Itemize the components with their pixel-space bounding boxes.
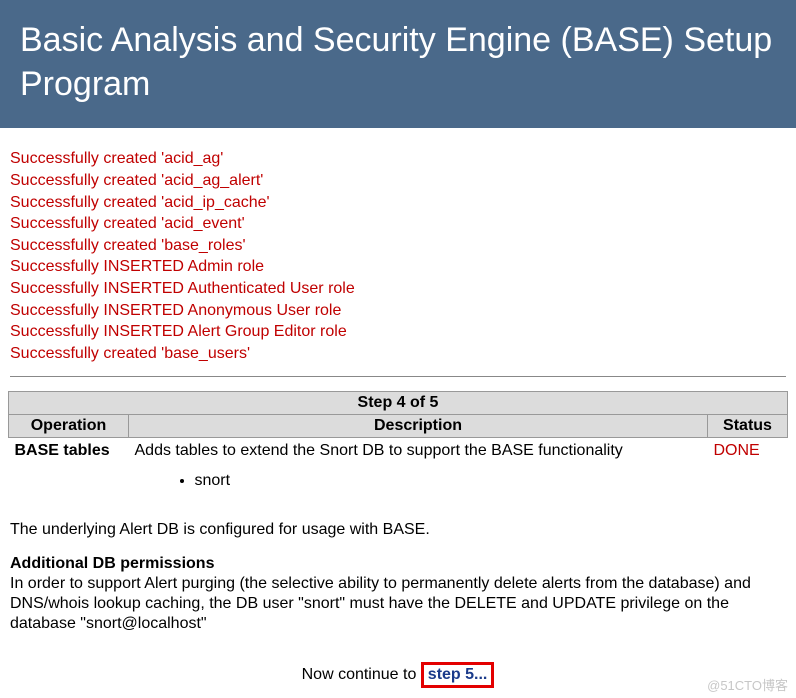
status-message: Successfully INSERTED Anonymous User rol… <box>10 300 786 322</box>
description-cell: Adds tables to extend the Snort DB to su… <box>129 438 708 497</box>
col-description: Description <box>129 415 708 438</box>
body-text: The underlying Alert DB is configured fo… <box>0 496 796 648</box>
status-message: Successfully created 'acid_ag_alert' <box>10 170 786 192</box>
step-5-link[interactable]: step 5... <box>421 662 495 688</box>
status-message: Successfully created 'acid_event' <box>10 213 786 235</box>
col-operation: Operation <box>9 415 129 438</box>
status-message: Successfully INSERTED Alert Group Editor… <box>10 321 786 343</box>
step-table: Step 4 of 5 Operation Description Status… <box>8 391 788 496</box>
config-text: The underlying Alert DB is configured fo… <box>10 520 786 540</box>
page-title: Basic Analysis and Security Engine (BASE… <box>20 21 772 103</box>
list-item: snort <box>195 472 702 490</box>
description-list: snort <box>195 472 702 490</box>
step-caption: Step 4 of 5 <box>9 392 788 415</box>
divider <box>10 376 786 377</box>
continue-section: Now continue to step 5... <box>0 648 796 698</box>
table-row: BASE tables Adds tables to extend the Sn… <box>9 438 788 497</box>
status-message: Successfully created 'base_roles' <box>10 235 786 257</box>
permissions-text: In order to support Alert purging (the s… <box>10 574 786 634</box>
status-messages: Successfully created 'acid_ag' Successfu… <box>0 128 796 372</box>
status-message: Successfully INSERTED Authenticated User… <box>10 278 786 300</box>
status-message: Successfully INSERTED Admin role <box>10 256 786 278</box>
description-text: Adds tables to extend the Snort DB to su… <box>135 442 623 459</box>
status-message: Successfully created 'acid_ag' <box>10 148 786 170</box>
permissions-heading: Additional DB permissions <box>10 554 786 574</box>
col-status: Status <box>708 415 788 438</box>
operation-cell: BASE tables <box>9 438 129 497</box>
status-message: Successfully created 'acid_ip_cache' <box>10 192 786 214</box>
status-cell: DONE <box>708 438 788 497</box>
continue-prefix: Now continue to <box>302 666 421 683</box>
status-message: Successfully created 'base_users' <box>10 343 786 365</box>
page-header: Basic Analysis and Security Engine (BASE… <box>0 0 796 128</box>
watermark: @51CTO博客 <box>707 675 788 694</box>
